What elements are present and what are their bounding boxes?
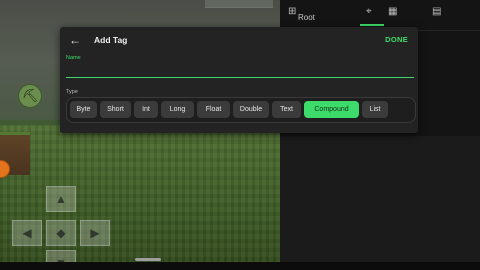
type-chip-double[interactable]: Double — [233, 101, 269, 118]
grid-icon[interactable]: ▦ — [388, 6, 398, 17]
arrow-right-icon[interactable]: ▶ — [80, 220, 110, 246]
type-chip-short[interactable]: Short — [100, 101, 131, 118]
arrow-left-icon[interactable]: ◀ — [12, 220, 42, 246]
dialog-title: Add Tag — [94, 35, 128, 45]
diamond-icon[interactable]: ◆ — [46, 220, 76, 246]
dpad: ▲ ◀ ◆ ▶ ▼ — [6, 184, 116, 270]
type-chip-byte[interactable]: Byte — [70, 101, 97, 118]
hud-top-bar — [205, 0, 273, 8]
type-chip-long[interactable]: Long — [161, 101, 194, 118]
name-label: Name — [66, 55, 81, 61]
active-tab-indicator — [360, 24, 384, 26]
home-handle[interactable] — [135, 258, 161, 261]
editor-list-area — [280, 136, 480, 270]
add-tag-dialog: ← Add Tag DONE Name Type Byte Short Int … — [60, 27, 418, 133]
menu-icon[interactable]: ▤ — [432, 6, 442, 17]
arrow-left-icon[interactable]: ← — [68, 33, 82, 47]
type-selector: Byte Short Int Long Float Double Text Co… — [66, 97, 416, 123]
tool-icon[interactable]: ⌖ — [366, 6, 376, 17]
type-label: Type — [66, 89, 78, 95]
done-button[interactable]: DONE — [385, 35, 408, 44]
type-chip-text[interactable]: Text — [272, 101, 301, 118]
type-chip-int[interactable]: Int — [134, 101, 158, 118]
arrow-up-icon[interactable]: ▲ — [46, 186, 76, 212]
name-input[interactable] — [66, 63, 414, 78]
root-breadcrumb[interactable]: Root — [298, 13, 315, 22]
type-chip-list[interactable]: List — [362, 101, 388, 118]
pickaxe-icon[interactable]: ⛏ — [18, 84, 42, 108]
type-chip-float[interactable]: Float — [197, 101, 230, 118]
tree-icon[interactable]: ⊞ — [288, 6, 298, 17]
system-nav-bar — [0, 262, 480, 270]
type-chip-compound[interactable]: Compound — [304, 101, 359, 118]
